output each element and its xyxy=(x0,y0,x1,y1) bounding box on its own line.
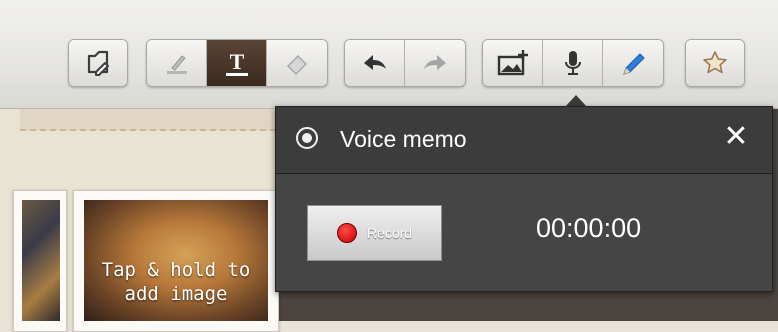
redo-icon xyxy=(424,55,446,70)
record-button[interactable]: Record xyxy=(307,205,442,261)
timer-display: 00:00:00 xyxy=(536,213,642,243)
microphone-icon xyxy=(564,51,581,75)
popup-header: Voice memo ✕ xyxy=(276,107,772,174)
history-group xyxy=(344,39,466,87)
radio-icon xyxy=(296,127,318,149)
text-tool-button[interactable]: T xyxy=(207,40,267,86)
photo-thumbnail-left xyxy=(22,200,60,321)
edit-page-button[interactable] xyxy=(69,40,127,86)
record-label: Record xyxy=(366,225,413,241)
add-image-hint-line2: add image xyxy=(124,283,228,305)
popup-title: Voice memo xyxy=(340,126,467,152)
pen-button[interactable] xyxy=(603,40,663,86)
redo-button[interactable] xyxy=(405,40,465,86)
highlighter-icon xyxy=(166,55,187,74)
text-tool-icon: T xyxy=(225,49,248,76)
favorite-button[interactable] xyxy=(686,40,744,86)
toolbar: T xyxy=(0,0,778,109)
add-image-icon xyxy=(497,50,528,76)
decorative-strip xyxy=(20,109,276,131)
eraser-button[interactable] xyxy=(267,40,327,86)
voice-memo-popup: Voice memo ✕ Record 00:00:00 xyxy=(275,106,773,292)
undo-icon xyxy=(363,55,386,70)
add-image-hint-line1: Tap & hold to xyxy=(101,259,251,281)
undo-button[interactable] xyxy=(345,40,405,86)
text-tool-glyph: T xyxy=(229,49,244,74)
record-dot-icon xyxy=(336,223,357,243)
edit-page-icon xyxy=(87,50,109,76)
popup-body: Record 00:00:00 xyxy=(276,174,772,291)
text-tools-group: T xyxy=(146,39,328,87)
star-icon xyxy=(703,51,727,74)
add-image-hint: Tap & hold to add image xyxy=(84,258,268,306)
eraser-icon xyxy=(286,54,308,76)
favorite-group xyxy=(685,39,745,87)
insert-group xyxy=(482,39,664,87)
highlighter-button[interactable] xyxy=(147,40,207,86)
microphone-button[interactable] xyxy=(543,40,603,86)
pen-icon xyxy=(623,53,645,75)
add-image-button[interactable] xyxy=(483,40,543,86)
close-button[interactable]: ✕ xyxy=(722,122,750,152)
edit-group xyxy=(68,39,128,87)
